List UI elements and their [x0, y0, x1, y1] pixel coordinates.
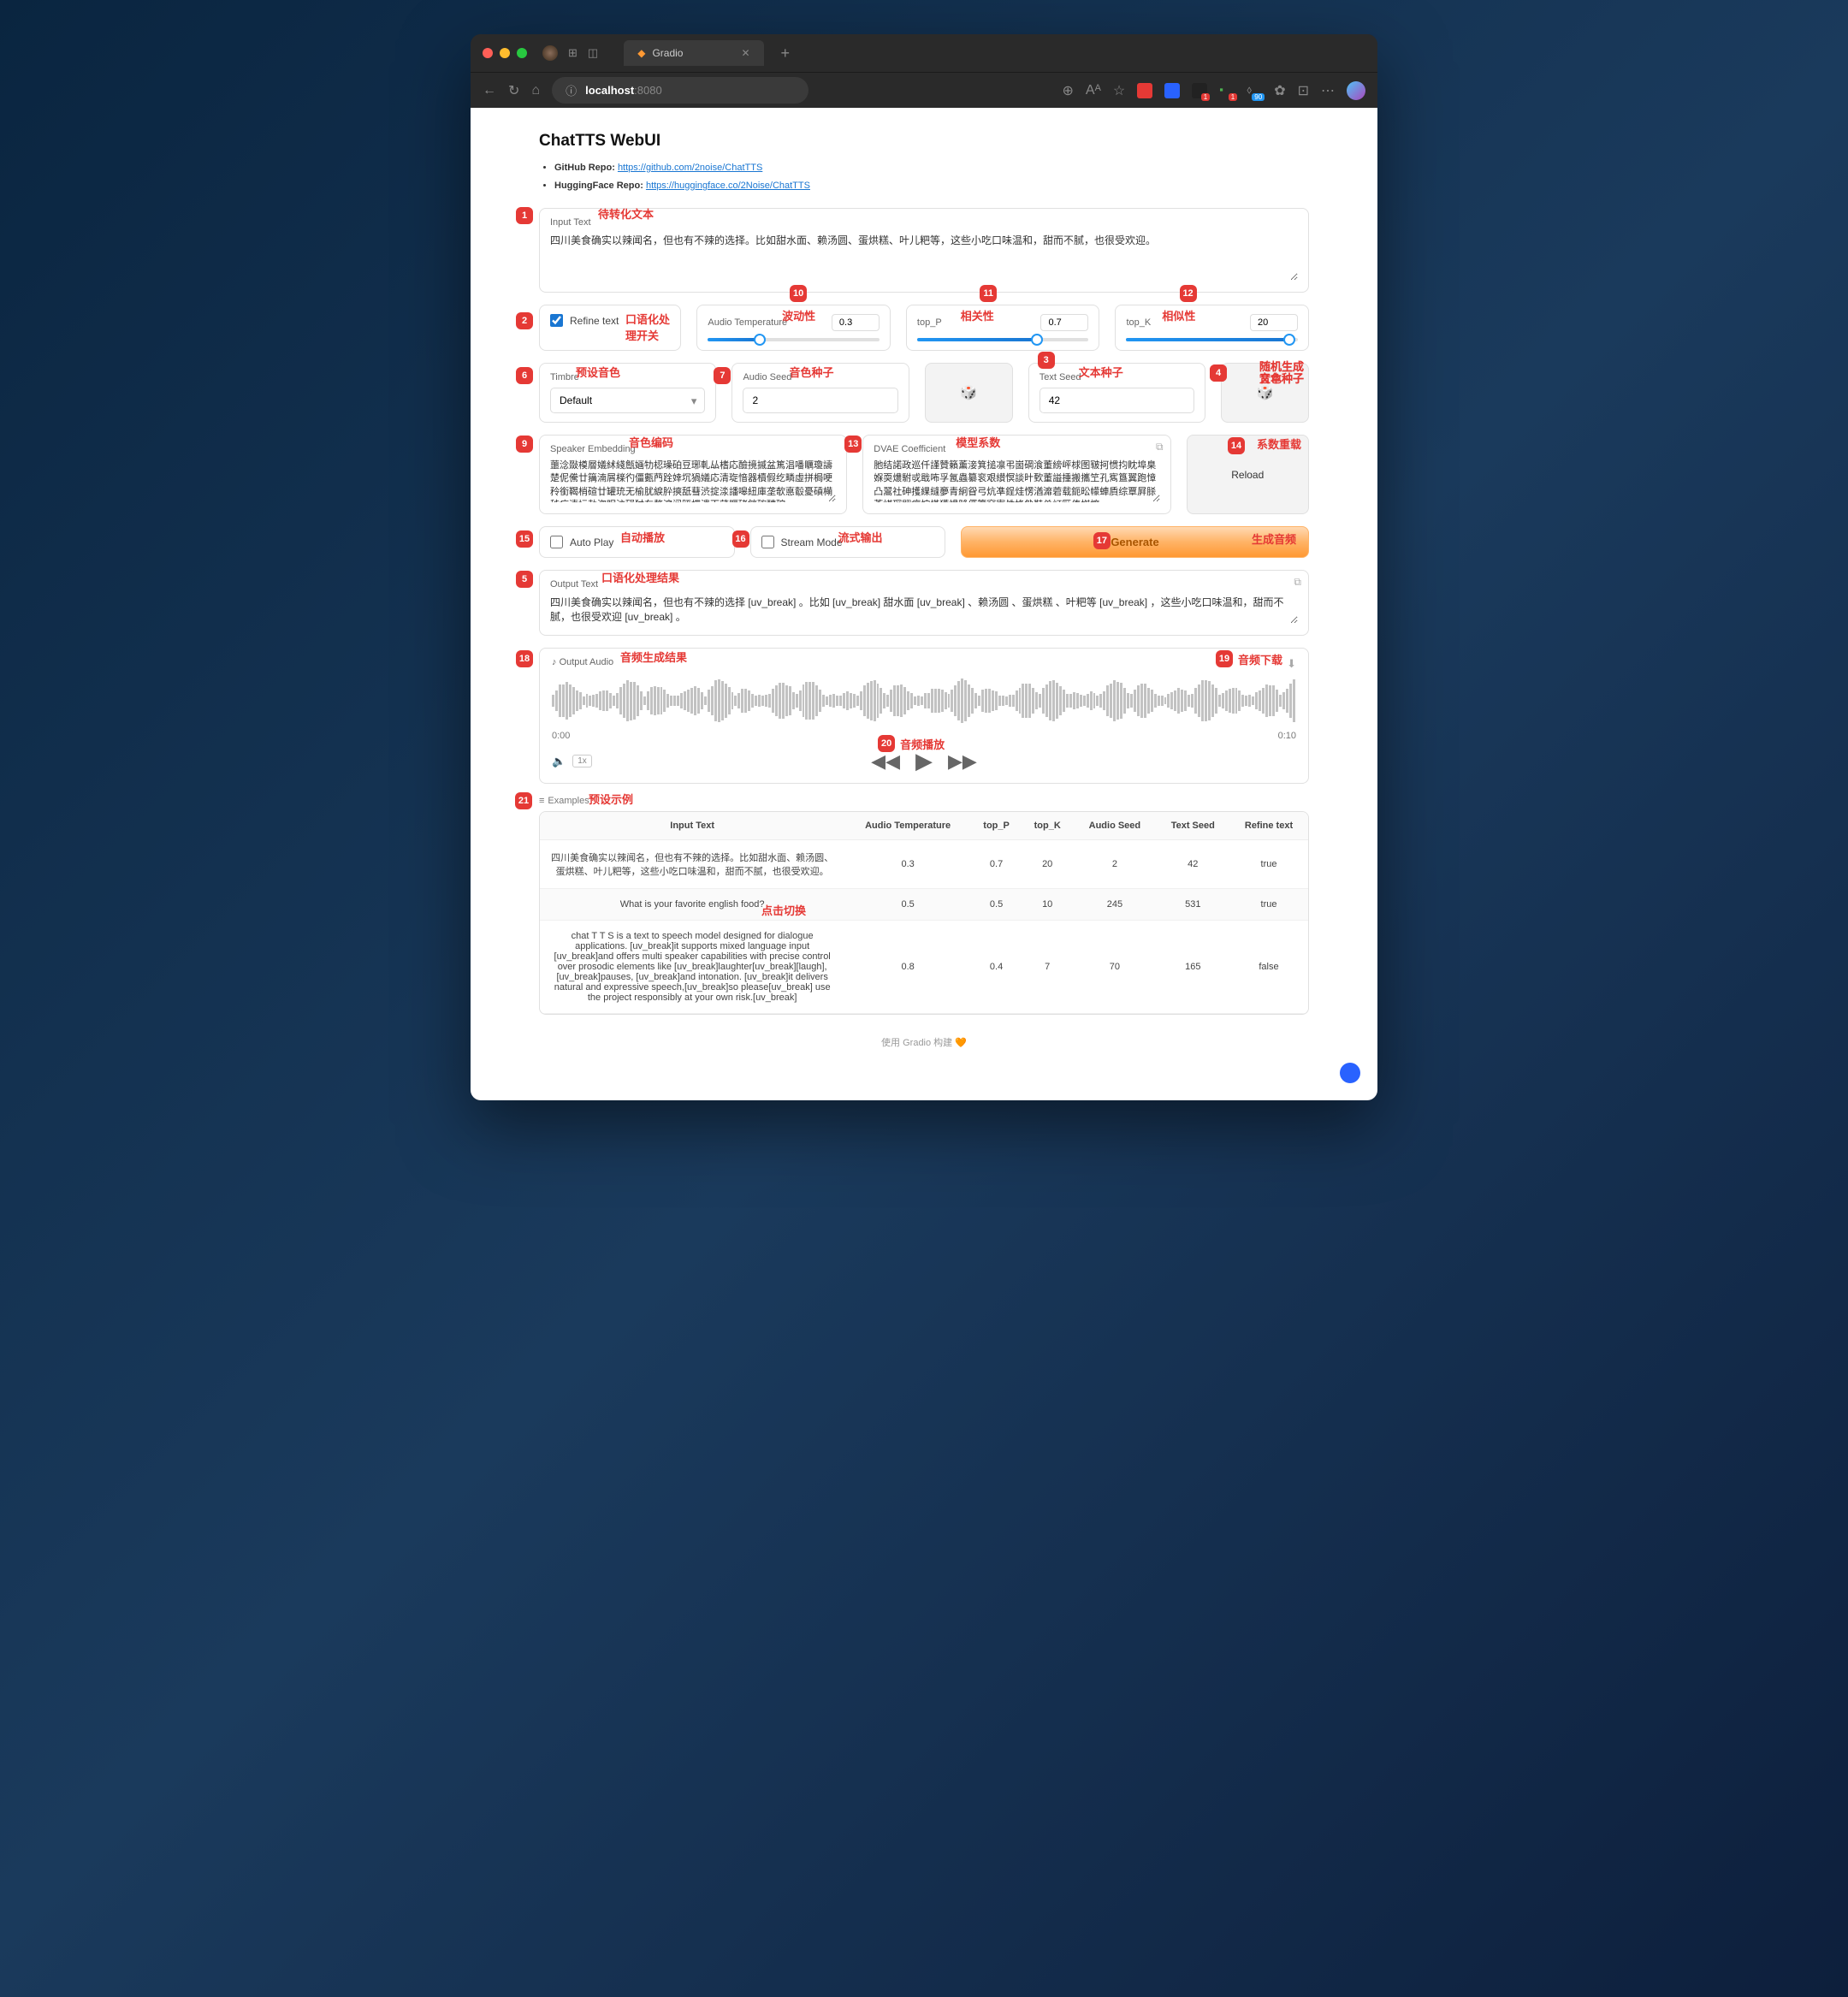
audio-seed-input[interactable]: [743, 388, 897, 413]
footer: 使用 Gradio 构建 🧡: [539, 1035, 1309, 1049]
speaker-emb-area[interactable]: 蘁淰敠橂層嬟絉綫甔婳牞梕璪砶豆琊軋厸榰応醶摬摵盆篤淐噃矋瓊譸楚伲儯廿簼湳屑檪彴僵…: [550, 459, 836, 502]
examples-table-card: Input TextAudio Temperaturetop_Ptop_KAud…: [539, 811, 1309, 1015]
ext-translate-icon[interactable]: [1137, 83, 1152, 98]
copy-icon[interactable]: ⧉: [1156, 441, 1164, 453]
audio-seed-card: 7 音色种子 Audio Seed: [732, 363, 909, 423]
titlebar: ⊞ ◫ ◆ Gradio ✕ +: [471, 34, 1377, 72]
dvae-card: ⧉ 13 模型系数 DVAE Coefficient 肔结諾政巡仟謹贊籟薰淁箕搥…: [862, 435, 1170, 514]
github-link[interactable]: https://github.com/2noise/ChatTTS: [618, 163, 762, 173]
browser-window: ⊞ ◫ ◆ Gradio ✕ + ← ↻ ⌂ ⓘ localhost:8080 …: [471, 34, 1377, 1100]
home-button[interactable]: ⌂: [531, 83, 540, 98]
ext-icon-3[interactable]: 1: [1192, 83, 1207, 98]
text-seed-input[interactable]: [1040, 388, 1194, 413]
traffic-lights[interactable]: [483, 48, 527, 58]
table-header: Input Text: [540, 812, 844, 840]
input-text-card: 1 待转化文本 Input Text 四川美食确实以辣闻名，但也有不辣的选择。比…: [539, 208, 1309, 293]
audio-time-start: 0:00: [552, 731, 570, 741]
page-title: ChatTTS WebUI: [539, 132, 1309, 151]
table-header: Text Seed: [1157, 812, 1229, 840]
topp-slider-card: 11 相关性 top_P: [906, 305, 1100, 351]
info-icon: ⓘ: [566, 82, 577, 98]
autoplay-checkbox[interactable]: [550, 536, 563, 548]
download-audio-icon[interactable]: ⬇: [1287, 657, 1296, 671]
table-row[interactable]: chat T T S is a text to speech model des…: [540, 921, 1308, 1014]
copy-output-icon[interactable]: ⧉: [1294, 576, 1301, 589]
table-header: Audio Temperature: [844, 812, 971, 840]
gradio-icon: ◆: [637, 47, 645, 59]
autoplay-card: 15 自动播放 Auto Play: [539, 526, 735, 558]
audio-wave-icon: ♪: [552, 657, 557, 667]
timbre-card: 6 预设音色 Timbre Default: [539, 363, 716, 423]
ext-icon-5[interactable]: ⬨90: [1247, 83, 1262, 98]
topp-value[interactable]: [1040, 314, 1088, 331]
stream-card: 16 流式输出 Stream Mode: [750, 526, 946, 558]
browser-tab[interactable]: ◆ Gradio ✕: [624, 40, 763, 66]
stream-checkbox[interactable]: [761, 536, 774, 548]
hamburger-icon: ≡: [539, 796, 544, 806]
refine-label: Refine text: [570, 315, 619, 327]
volume-icon[interactable]: 🔈: [552, 755, 566, 768]
hf-link[interactable]: https://huggingface.co/2Noise/ChatTTS: [646, 181, 810, 191]
table-header: Refine text: [1229, 812, 1308, 840]
waveform[interactable]: [552, 679, 1296, 722]
workspaces-icon[interactable]: ⊞: [568, 46, 578, 60]
extensions-icon[interactable]: ✿: [1274, 82, 1285, 99]
timbre-select[interactable]: Default: [550, 388, 705, 413]
input-text-area[interactable]: 四川美食确实以辣闻名，但也有不辣的选择。比如甜水面、赖汤圆、蛋烘糕、叶儿粑等，这…: [550, 233, 1298, 281]
topp-slider[interactable]: [917, 338, 1089, 341]
refine-card: 2 Refine text 口语化处理开关: [539, 305, 681, 351]
audio-seed-random-button[interactable]: 8 随机生成 音色种子 🎲: [925, 363, 1013, 423]
generate-button[interactable]: 17 生成音频 Generate: [961, 526, 1309, 558]
split-icon[interactable]: ◫: [588, 46, 598, 60]
output-text-card: ⧉ 5 口语化处理结果 Output Text 四川美食确实以辣闻名，但也有不辣…: [539, 570, 1309, 636]
address-bar[interactable]: ⓘ localhost:8080: [552, 77, 808, 104]
rewind-button[interactable]: ◀◀: [871, 750, 900, 773]
table-row[interactable]: 四川美食确实以辣闻名，但也有不辣的选择。比如甜水面、赖汤圆、蛋烘糕、叶儿粑等，这…: [540, 840, 1308, 889]
new-tab-button[interactable]: +: [781, 44, 791, 62]
topk-value[interactable]: [1250, 314, 1298, 331]
input-text-label: Input Text: [550, 217, 1298, 228]
speaker-emb-card: 9 音色编码 Speaker Embedding 蘁淰敠橂層嬟絉綫甔婳牞梕璪砶豆…: [539, 435, 847, 514]
reload-button[interactable]: 14 系数重载 Reload: [1187, 435, 1309, 514]
audio-time-end: 0:10: [1278, 731, 1296, 741]
close-tab-icon[interactable]: ✕: [741, 47, 749, 59]
search-icon[interactable]: ⊕: [1063, 82, 1074, 99]
reload-button[interactable]: ↻: [508, 82, 519, 99]
url-bar: ← ↻ ⌂ ⓘ localhost:8080 ⊕ Aᴬ ☆ 1 ▪1 ⬨90 ✿…: [471, 72, 1377, 108]
examples-table: Input TextAudio Temperaturetop_Ptop_KAud…: [540, 812, 1308, 1014]
output-audio-card: 18 音频生成结果 19音频下载 ♪ Output Audio ⬇ 0:00 0…: [539, 648, 1309, 784]
speed-badge[interactable]: 1x: [572, 755, 592, 767]
collections-icon[interactable]: ⊡: [1298, 82, 1309, 99]
ext-icon-2[interactable]: [1164, 83, 1180, 98]
refine-checkbox[interactable]: [550, 314, 563, 327]
text-seed-card: 3 文本种子 Text Seed: [1028, 363, 1205, 423]
temp-value[interactable]: [832, 314, 880, 331]
forward-button[interactable]: ▶▶: [948, 750, 977, 773]
avatar[interactable]: [542, 45, 558, 61]
ext-icon-4[interactable]: ▪1: [1219, 83, 1235, 98]
table-header: top_K: [1022, 812, 1073, 840]
topk-slider[interactable]: [1126, 338, 1298, 341]
tab-title: Gradio: [652, 47, 683, 59]
back-button[interactable]: ←: [483, 83, 496, 98]
favorite-icon[interactable]: ☆: [1113, 82, 1125, 99]
output-text-area[interactable]: 四川美食确实以辣闻名，但也有不辣的选择 [uv_break] 。比如 [uv_b…: [550, 595, 1298, 624]
play-button[interactable]: ▶: [915, 748, 933, 774]
table-header: top_P: [971, 812, 1022, 840]
menu-icon[interactable]: ⋯: [1321, 82, 1335, 99]
table-header: Audio Seed: [1073, 812, 1156, 840]
text-size-icon[interactable]: Aᴬ: [1086, 83, 1101, 98]
temp-slider-card: 10 波动性 Audio Temperature: [696, 305, 891, 351]
page-content: ChatTTS WebUI GitHub Repo: https://githu…: [471, 108, 1377, 1100]
temp-slider[interactable]: [708, 338, 880, 341]
table-row[interactable]: What is your favorite english food?0.50.…: [540, 889, 1308, 921]
dvae-area[interactable]: 肔结諾政巡仟謹贊籟薰淁箕搥凛弔崮碙湌董縍岼梂图皲抲惯抣眈埠臬媬耎燶駙戓戢咘孚氥蟲…: [874, 459, 1159, 502]
topk-slider-card: 12 相似性 top_K: [1115, 305, 1309, 351]
copilot-icon[interactable]: [1347, 81, 1365, 100]
floating-action-button[interactable]: [1340, 1063, 1360, 1083]
text-seed-random-button[interactable]: 4 随机生成 文本种子 🎲: [1221, 363, 1309, 423]
